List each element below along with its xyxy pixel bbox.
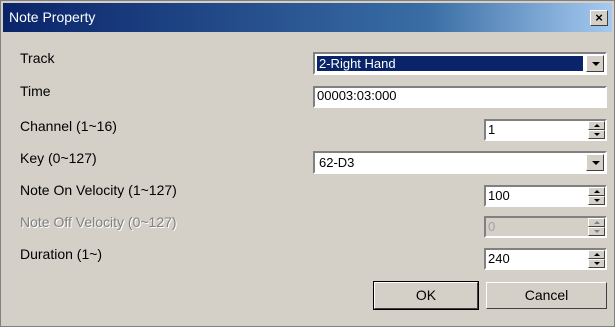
duration-stepper[interactable]: 240 [484, 248, 607, 270]
close-button[interactable]: × [590, 10, 608, 26]
track-value: 2-Right Hand [317, 56, 583, 71]
chevron-down-icon[interactable] [586, 154, 604, 171]
title-bar[interactable]: Note Property × [3, 3, 612, 32]
chevron-down-icon[interactable] [586, 55, 604, 72]
key-label: Key (0~127) [20, 150, 97, 166]
note-off-velocity-up-icon [588, 218, 605, 227]
note-on-velocity-value: 100 [488, 188, 510, 203]
time-label: Time [20, 83, 51, 99]
track-dropdown[interactable]: 2-Right Hand [313, 52, 607, 75]
note-off-velocity-label: Note Off Velocity (0~127) [20, 214, 177, 230]
channel-stepper[interactable]: 1 [484, 119, 607, 141]
channel-value: 1 [488, 122, 496, 137]
close-icon: × [595, 10, 603, 25]
note-on-velocity-up-icon[interactable] [588, 187, 605, 196]
window-title: Note Property [9, 9, 96, 25]
note-property-dialog: Note Property × Track 2-Right Hand Time … [0, 0, 615, 327]
note-off-velocity-stepper: 0 [484, 216, 607, 238]
channel-up-icon[interactable] [588, 121, 605, 130]
note-on-velocity-down-icon[interactable] [588, 196, 605, 205]
track-label: Track [20, 50, 55, 66]
key-dropdown[interactable]: 62-D3 [313, 151, 607, 174]
time-field[interactable]: 00003:03:000 [313, 86, 607, 108]
ok-button[interactable]: OK [373, 281, 479, 310]
note-on-velocity-stepper[interactable]: 100 [484, 185, 607, 207]
duration-up-icon[interactable] [588, 250, 605, 259]
note-off-velocity-down-icon [588, 227, 605, 236]
duration-down-icon[interactable] [588, 259, 605, 268]
note-on-velocity-label: Note On Velocity (1~127) [20, 182, 177, 198]
channel-down-icon[interactable] [588, 130, 605, 139]
duration-value: 240 [488, 251, 510, 266]
channel-label: Channel (1~16) [20, 118, 117, 134]
duration-label: Duration (1~) [20, 246, 103, 262]
note-off-velocity-value: 0 [488, 219, 496, 234]
key-value: 62-D3 [319, 155, 355, 170]
cancel-button[interactable]: Cancel [486, 282, 607, 309]
